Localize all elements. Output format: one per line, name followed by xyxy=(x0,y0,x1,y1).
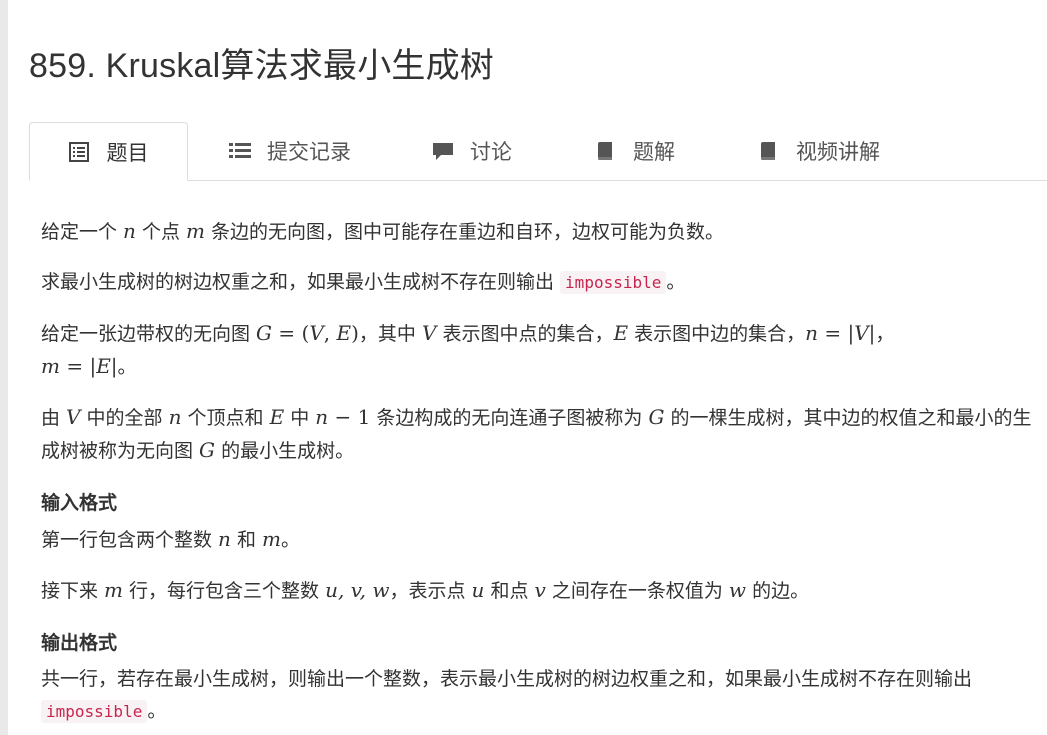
tab-submissions[interactable]: 提交记录 xyxy=(229,122,351,179)
tab-bar: 题目 提交记录 讨论 题解 视频讲解 xyxy=(29,122,1047,181)
paragraph-task: 求最小生成树的树边权重之和，如果最小生成树不存在则输出 impossible。 xyxy=(41,271,686,294)
impossible-code: impossible xyxy=(41,700,148,723)
paragraph-graph-notation: 给定一张边带权的无向图 G = (V, E)，其中 V 表示图中点的集合，E 表… xyxy=(41,321,895,378)
tab-submissions-label: 提交记录 xyxy=(267,139,351,164)
tab-problem[interactable]: 题目 xyxy=(29,122,188,181)
paragraph-output: 共一行，若存在最小生成树，则输出一个整数，表示最小生成树的树边权重之和，如果最小… xyxy=(41,668,973,723)
tab-solutions[interactable]: 题解 xyxy=(595,122,675,179)
page-title: 859. Kruskal算法求最小生成树 xyxy=(29,47,494,85)
tab-video[interactable]: 视频讲解 xyxy=(758,122,880,179)
paragraph-graph-def: 给定一个 n 个点 m 条边的无向图，图中可能存在重边和自环，边权可能为负数。 xyxy=(41,219,725,243)
left-edge-border xyxy=(0,0,8,735)
list-icon xyxy=(229,141,251,161)
paragraph-input-line1: 第一行包含两个整数 n 和 m。 xyxy=(41,527,301,551)
paragraph-spanning-tree: 由 V 中的全部 n 个顶点和 E 中 n − 1 条边构成的无向连通子图被称为… xyxy=(41,405,1032,462)
book-icon xyxy=(595,141,615,161)
impossible-code: impossible xyxy=(560,271,667,294)
document-list-icon xyxy=(68,141,89,162)
tab-solutions-label: 题解 xyxy=(633,139,675,164)
problem-description: 给定一个 n 个点 m 条边的无向图，图中可能存在重边和自环，边权可能为负数。 … xyxy=(41,215,1047,728)
book-icon xyxy=(758,141,778,161)
tab-discussion[interactable]: 讨论 xyxy=(432,122,512,179)
tab-video-label: 视频讲解 xyxy=(796,139,880,164)
paragraph-input-lines: 接下来 m 行，每行包含三个整数 u, v, w，表示点 u 和点 v 之间存在… xyxy=(41,578,810,602)
tab-problem-label: 题目 xyxy=(106,140,149,165)
tab-discussion-label: 讨论 xyxy=(470,139,512,164)
output-format-heading: 输出格式 xyxy=(41,632,118,654)
problem-page: 859. Kruskal算法求最小生成树 题目 提交记录 讨论 题解 视频讲解 … xyxy=(8,0,1047,735)
input-format-heading: 输入格式 xyxy=(41,492,118,514)
comment-icon xyxy=(432,141,453,161)
